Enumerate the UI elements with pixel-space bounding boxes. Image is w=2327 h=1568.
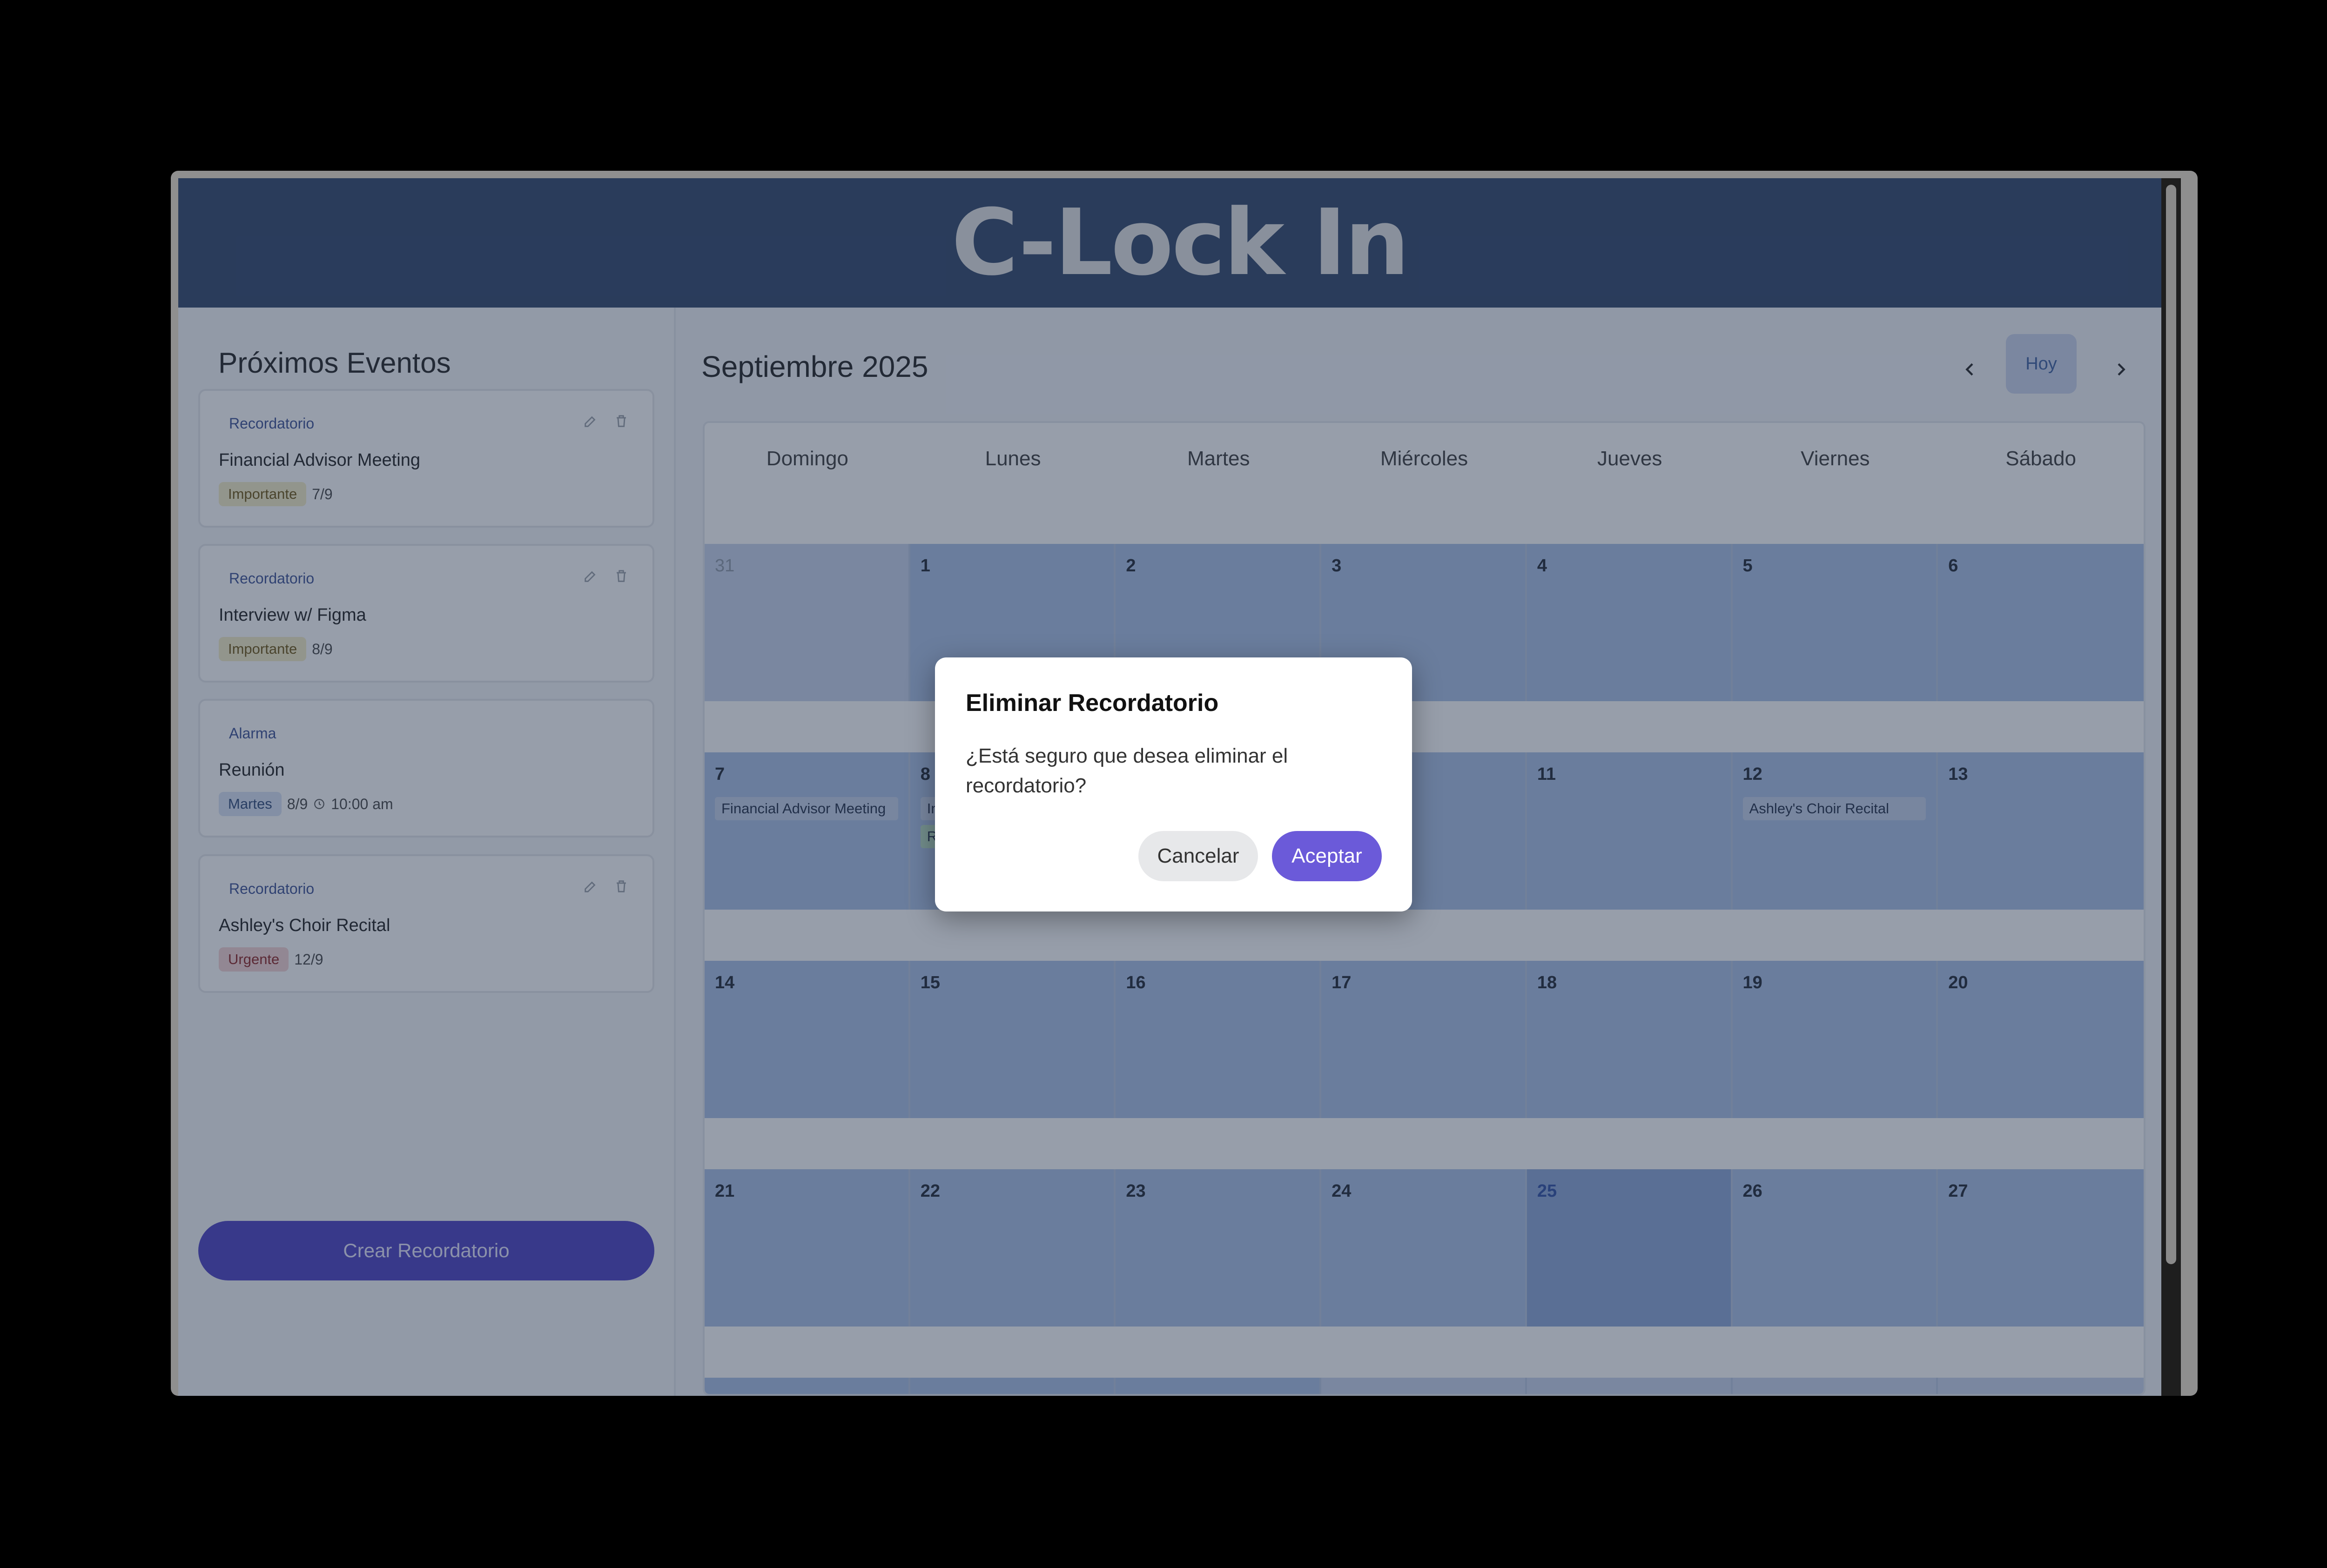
scrollbar-thumb[interactable] (2166, 185, 2176, 1264)
dialog-message: ¿Está seguro que desea eliminar el recor… (966, 744, 1288, 797)
delete-reminder-dialog: Eliminar Recordatorio ¿Está seguro que d… (935, 657, 1412, 911)
cancel-button[interactable]: Cancelar (1138, 831, 1258, 881)
accept-button[interactable]: Aceptar (1272, 831, 1382, 881)
scrollbar[interactable] (2161, 178, 2181, 1396)
dialog-title: Eliminar Recordatorio (966, 690, 1219, 717)
